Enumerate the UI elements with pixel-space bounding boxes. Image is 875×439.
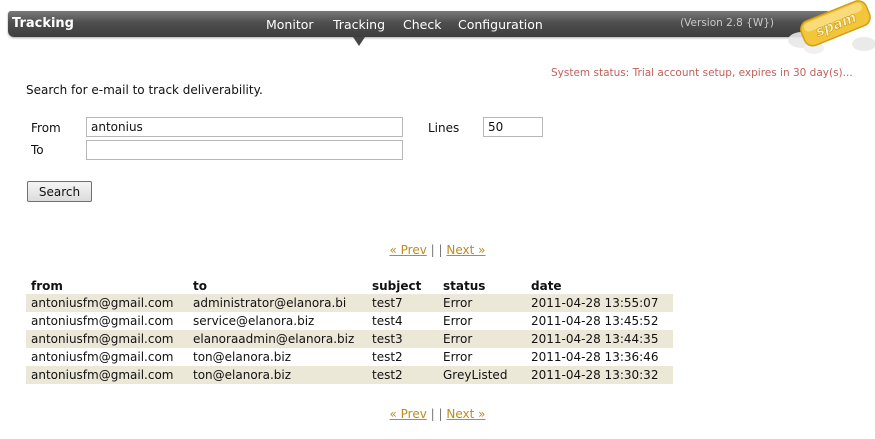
search-button[interactable]: Search <box>27 181 92 202</box>
nav-monitor[interactable]: Monitor <box>266 17 314 32</box>
top-nav-bar: Tracking Monitor Tracking Check Configur… <box>8 11 830 46</box>
from-input[interactable] <box>86 117 403 137</box>
next-page-link[interactable]: Next » <box>446 407 485 421</box>
to-input[interactable] <box>86 140 403 160</box>
cell-from: antoniusfm@gmail.com <box>31 314 174 328</box>
cell-status: Error <box>443 296 473 310</box>
column-header-from: from <box>31 279 63 293</box>
version-label: (Version 2.8 {W}) <box>680 17 774 29</box>
prev-page-link[interactable]: « Prev <box>389 243 426 257</box>
cell-status: Error <box>443 350 473 364</box>
column-header-subject: subject <box>372 279 422 293</box>
prev-page-link[interactable]: « Prev <box>389 407 426 421</box>
cell-date: 2011-04-28 13:55:07 <box>531 296 659 310</box>
cell-status: Error <box>443 332 473 346</box>
pager-bottom: « Prev | | Next » <box>0 407 875 421</box>
table-row[interactable]: antoniusfm@gmail.com administrator@elano… <box>26 294 673 312</box>
cell-date: 2011-04-28 13:45:52 <box>531 314 659 328</box>
nav-check[interactable]: Check <box>403 17 441 32</box>
column-header-status: status <box>443 279 486 293</box>
cell-status: GreyListed <box>443 368 508 382</box>
cell-date: 2011-04-28 13:44:35 <box>531 332 659 346</box>
cell-from: antoniusfm@gmail.com <box>31 350 174 364</box>
pager-top: « Prev | | Next » <box>0 243 875 257</box>
cell-date: 2011-04-28 13:36:46 <box>531 350 659 364</box>
lines-label: Lines <box>428 121 460 135</box>
cell-subject: test3 <box>372 332 403 346</box>
from-label: From <box>31 121 61 135</box>
cell-to: ton@elanora.biz <box>193 350 292 364</box>
table-row[interactable]: antoniusfm@gmail.com ton@elanora.biz tes… <box>26 366 673 384</box>
nav-configuration[interactable]: Configuration <box>458 17 543 32</box>
table-row[interactable]: antoniusfm@gmail.com ton@elanora.biz tes… <box>26 348 673 366</box>
pager-separator: | | <box>430 407 443 421</box>
cell-from: antoniusfm@gmail.com <box>31 368 174 382</box>
cell-from: antoniusfm@gmail.com <box>31 332 174 346</box>
cell-to: elanoraadmin@elanora.biz <box>193 332 355 346</box>
cell-to: administrator@elanora.bi <box>193 296 347 310</box>
cell-subject: test2 <box>372 368 403 382</box>
pager-separator: | | <box>430 243 443 257</box>
cell-to: service@elanora.biz <box>193 314 315 328</box>
cell-subject: test7 <box>372 296 403 310</box>
spam-logo: spam <box>788 0 875 54</box>
system-status: System status: Trial account setup, expi… <box>551 67 853 79</box>
cell-date: 2011-04-28 13:30:32 <box>531 368 659 382</box>
nav-tracking[interactable]: Tracking <box>333 17 385 32</box>
page-title: Tracking <box>12 16 74 31</box>
to-label: To <box>31 143 44 157</box>
cell-status: Error <box>443 314 473 328</box>
active-nav-pointer <box>353 37 365 46</box>
cell-subject: test4 <box>372 314 403 328</box>
table-row[interactable]: antoniusfm@gmail.com elanoraadmin@elanor… <box>26 330 673 348</box>
intro-text: Search for e-mail to track deliverabilit… <box>26 83 263 97</box>
cell-from: antoniusfm@gmail.com <box>31 296 174 310</box>
column-header-date: date <box>531 279 562 293</box>
column-header-to: to <box>193 279 207 293</box>
table-row[interactable]: antoniusfm@gmail.com service@elanora.biz… <box>26 312 673 330</box>
cell-to: ton@elanora.biz <box>193 368 292 382</box>
next-page-link[interactable]: Next » <box>446 243 485 257</box>
cell-subject: test2 <box>372 350 403 364</box>
lines-input[interactable] <box>483 117 543 137</box>
